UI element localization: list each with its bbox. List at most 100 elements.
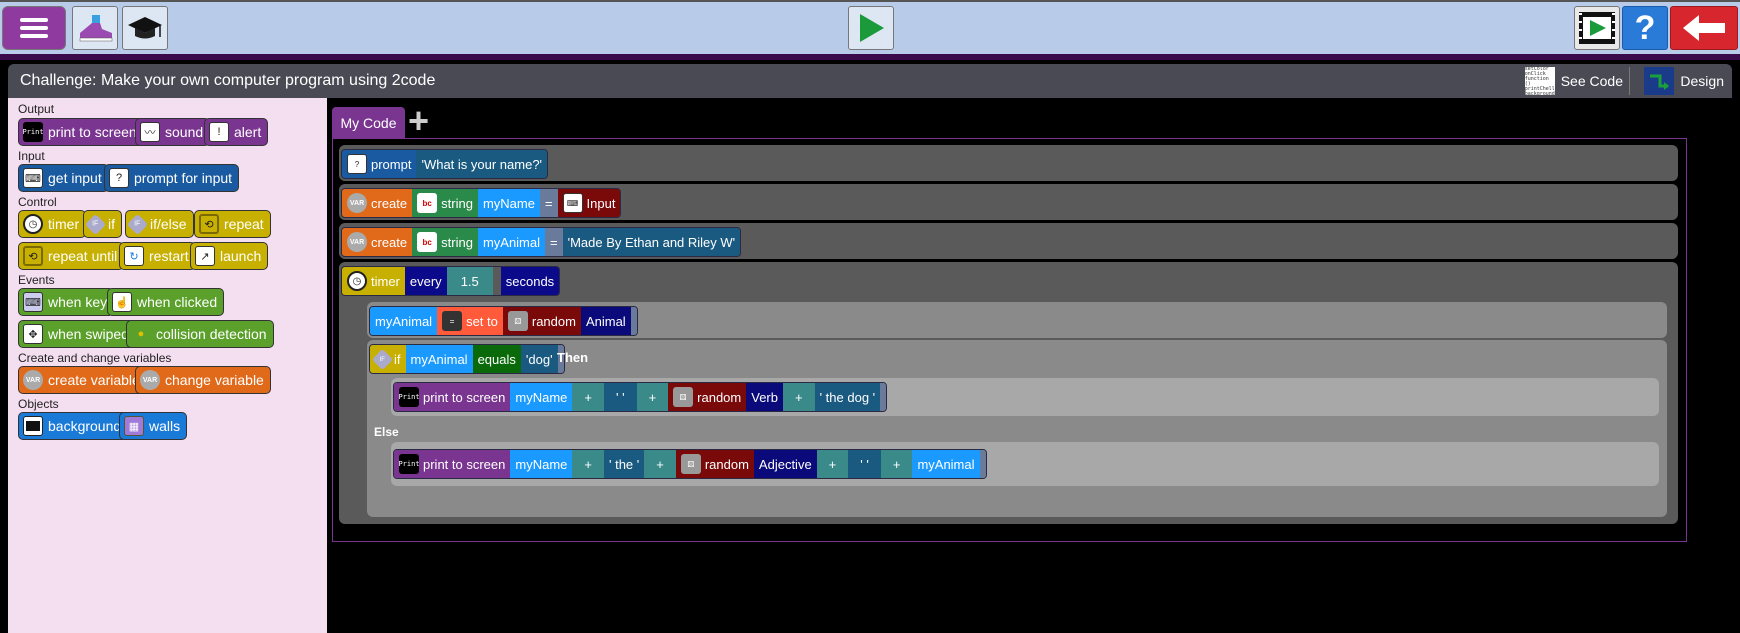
question-icon: ? (109, 168, 129, 188)
page-title: Challenge: Make your own computer progra… (20, 72, 436, 89)
palette-alert[interactable]: ! alert (204, 118, 269, 146)
palette-if[interactable]: IF if (83, 210, 122, 238)
code-row-create-myanimal: VAR create bc string myAnimal = 'Made By E… (339, 223, 1678, 259)
var-icon: VAR (347, 232, 367, 252)
palette-when-swiped[interactable]: ✥ when swiped (18, 320, 136, 348)
print-block[interactable]: Print print to screen myName + ' ' + ⚄ ran… (393, 382, 888, 412)
prompt-block[interactable]: ? prompt 'What is your name?' (341, 149, 549, 179)
design-icon (1644, 67, 1675, 95)
palette-if-else[interactable]: IF if/else (125, 210, 194, 238)
var-icon: VAR (23, 370, 43, 390)
add-tab-button[interactable]: + (408, 103, 429, 139)
change-var-icon: VAR (140, 370, 160, 390)
create-variable-block[interactable]: VAR create bc string myAnimal = 'Made By E… (341, 227, 742, 257)
set-variable-block[interactable]: myAnimal = set to ⚄ random Animal (369, 306, 638, 336)
palette-sound[interactable]: 〰 sound (135, 118, 211, 146)
question-icon: ? (347, 154, 367, 174)
palette-walls[interactable]: ▦ walls (119, 412, 188, 440)
timer-block[interactable]: ◷ timer every 1.5 seconds (341, 266, 561, 296)
design-label: Design (1680, 73, 1724, 89)
see-code-button[interactable]: setColor onClick function () printChello… (1524, 67, 1630, 95)
loop-until-icon: ⟲ (23, 246, 43, 266)
header-divider (0, 54, 1740, 60)
pointer-hand-icon: ☝ (112, 292, 132, 312)
code-row-if-else: IF if myAnimal equals 'dog' Then Print pri… (367, 340, 1667, 517)
collision-icon: ● (137, 328, 145, 340)
sound-wave-icon: 〰 (140, 122, 160, 142)
string-type-icon: bc (417, 232, 438, 252)
print-block[interactable]: Print print to screen myName + ' the ' + … (393, 449, 987, 479)
category-objects: Objects (18, 397, 59, 411)
print-icon: Print (398, 454, 420, 474)
back-button[interactable] (1670, 6, 1738, 50)
keyboard-icon: ⌨ (23, 168, 43, 188)
palette-launch[interactable]: ↗ launch (190, 242, 269, 270)
palette-get-input[interactable]: ⌨ get input (18, 164, 109, 192)
tab-my-code[interactable]: My Code (332, 107, 405, 138)
category-events: Events (18, 273, 55, 287)
launch-icon: ↗ (195, 246, 215, 266)
create-variable-block[interactable]: VAR create bc string myName = ⌨ Input (341, 188, 622, 218)
palette-change-variable[interactable]: VAR change variable (135, 366, 271, 394)
var-icon: VAR (347, 193, 367, 213)
design-button[interactable]: Design (1644, 67, 1724, 95)
string-type-icon: bc (417, 193, 438, 213)
video-button[interactable] (1574, 6, 1620, 50)
if-block[interactable]: IF if myAnimal equals 'dog' (369, 344, 565, 374)
variable-name[interactable]: myName (477, 189, 540, 217)
code-row-timer: ◷ timer every 1.5 seconds myAnimal = set t… (339, 262, 1678, 524)
print-icon: Print (398, 387, 420, 407)
palette-when-key[interactable]: ⌨ when key (18, 288, 115, 316)
dice-icon: ⚄ (673, 387, 694, 407)
see-code-label: See Code (1560, 73, 1623, 89)
code-row-else-print: Print print to screen myName + ' the ' + … (391, 442, 1659, 486)
dice-icon: ⚄ (680, 454, 701, 474)
palette-repeat[interactable]: ⟲ repeat (194, 210, 271, 238)
if-icon: IF (84, 213, 107, 235)
variable-name[interactable]: myAnimal (477, 228, 546, 256)
code-row-set-variable: myAnimal = set to ⚄ random Animal (367, 302, 1667, 338)
brick-wall-icon: ▦ (124, 416, 144, 436)
play-icon (860, 14, 884, 42)
palette-print-to-screen[interactable]: Print print to screen (18, 118, 144, 146)
code-row-then-print: Print print to screen myName + ' ' + ⚄ ran… (391, 378, 1659, 416)
equals-icon: = (442, 311, 463, 331)
code-canvas[interactable]: ? prompt 'What is your name?' VAR create b… (332, 138, 1687, 542)
block-palette: Output Print print to screen 〰 sound ! aler… (8, 98, 327, 633)
back-arrow-icon (1683, 15, 1725, 41)
else-label: Else (369, 422, 404, 442)
if-else-icon: IF (126, 213, 149, 235)
run-button[interactable] (848, 6, 894, 50)
prompt-text[interactable]: 'What is your name?' (416, 150, 548, 178)
help-button[interactable]: ? (1622, 6, 1668, 50)
timer-interval[interactable]: 1.5 (446, 267, 493, 295)
shoe-icon (79, 15, 113, 42)
category-output: Output (18, 102, 55, 116)
menu-button[interactable] (2, 6, 66, 50)
then-label: Then (557, 350, 589, 365)
palette-restart[interactable]: ↻ restart (119, 242, 196, 270)
code-row-prompt: ? prompt 'What is your name?' (339, 145, 1678, 181)
tutorial-shoe-button[interactable] (72, 6, 118, 50)
palette-repeat-until[interactable]: ⟲ repeat until (18, 242, 125, 270)
code-thumbnail: setColor onClick function () printChello… (1524, 67, 1555, 95)
palette-when-clicked[interactable]: ☝ when clicked (107, 288, 225, 316)
palette-prompt-for-input[interactable]: ? prompt for input (104, 164, 240, 192)
learn-cap-button[interactable] (122, 6, 168, 50)
alert-icon: ! (209, 122, 229, 142)
category-input: Input (18, 149, 45, 163)
palette-background[interactable]: background (18, 412, 129, 440)
palette-timer[interactable]: ◷ timer (18, 210, 87, 238)
palette-create-variable[interactable]: VAR create variable (18, 366, 147, 394)
palette-collision-detection[interactable]: ● collision detection (126, 320, 274, 348)
clock-icon: ◷ (347, 271, 367, 291)
key-icon: ⌨ (23, 292, 43, 312)
if-icon: IF (371, 348, 394, 370)
swipe-icon: ✥ (23, 324, 43, 344)
print-icon: Print (22, 122, 44, 142)
top-toolbar: ? (0, 0, 1740, 54)
category-control: Control (18, 195, 57, 209)
help-icon: ? (1634, 8, 1656, 47)
restart-icon: ↻ (124, 246, 144, 266)
string-value[interactable]: 'Made By Ethan and Riley W' (562, 228, 741, 256)
